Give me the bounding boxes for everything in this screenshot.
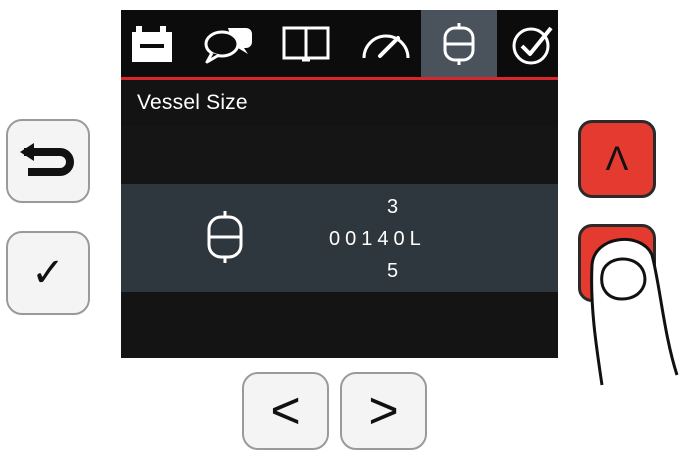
back-button[interactable]	[6, 119, 90, 203]
book-icon	[282, 26, 330, 61]
confirm-button[interactable]: ✓	[6, 231, 90, 315]
tab-manual[interactable]	[275, 10, 337, 77]
chat-bubbles-icon	[204, 27, 252, 63]
page-title: Vessel Size	[137, 91, 248, 114]
confirm-label: ✓	[31, 251, 65, 295]
empty-row	[121, 292, 558, 358]
vessel-size-value[interactable]: 00140L	[329, 228, 426, 251]
tab-bar	[121, 10, 558, 77]
right-button[interactable]: >	[340, 372, 427, 450]
tab-vessel[interactable]	[421, 10, 497, 77]
next-digit-up: 3	[387, 196, 404, 218]
checkmark-circle-icon	[512, 26, 553, 64]
tab-messages[interactable]	[197, 10, 259, 77]
empty-row	[121, 126, 558, 184]
right-label: >	[368, 382, 399, 440]
tab-battery[interactable]	[121, 10, 183, 77]
vessel-icon	[207, 211, 243, 263]
up-label: Λ	[605, 139, 629, 178]
up-button[interactable]: Λ	[578, 120, 656, 198]
vessel-icon	[443, 22, 475, 65]
gauge-icon	[362, 34, 410, 58]
battery-icon	[132, 25, 172, 62]
tab-gauge[interactable]	[355, 10, 417, 77]
title-row: Vessel Size	[121, 80, 558, 126]
next-digit-down: 5	[387, 260, 404, 282]
vessel-size-row[interactable]: 3 00140L 5	[121, 184, 558, 292]
back-arrow-icon	[20, 143, 74, 176]
display-screen: Vessel Size 3 00140L 5	[121, 10, 558, 358]
left-button[interactable]: <	[242, 372, 329, 450]
finger-illustration	[590, 237, 679, 386]
left-label: <	[270, 382, 301, 440]
tab-finish[interactable]	[505, 10, 558, 77]
